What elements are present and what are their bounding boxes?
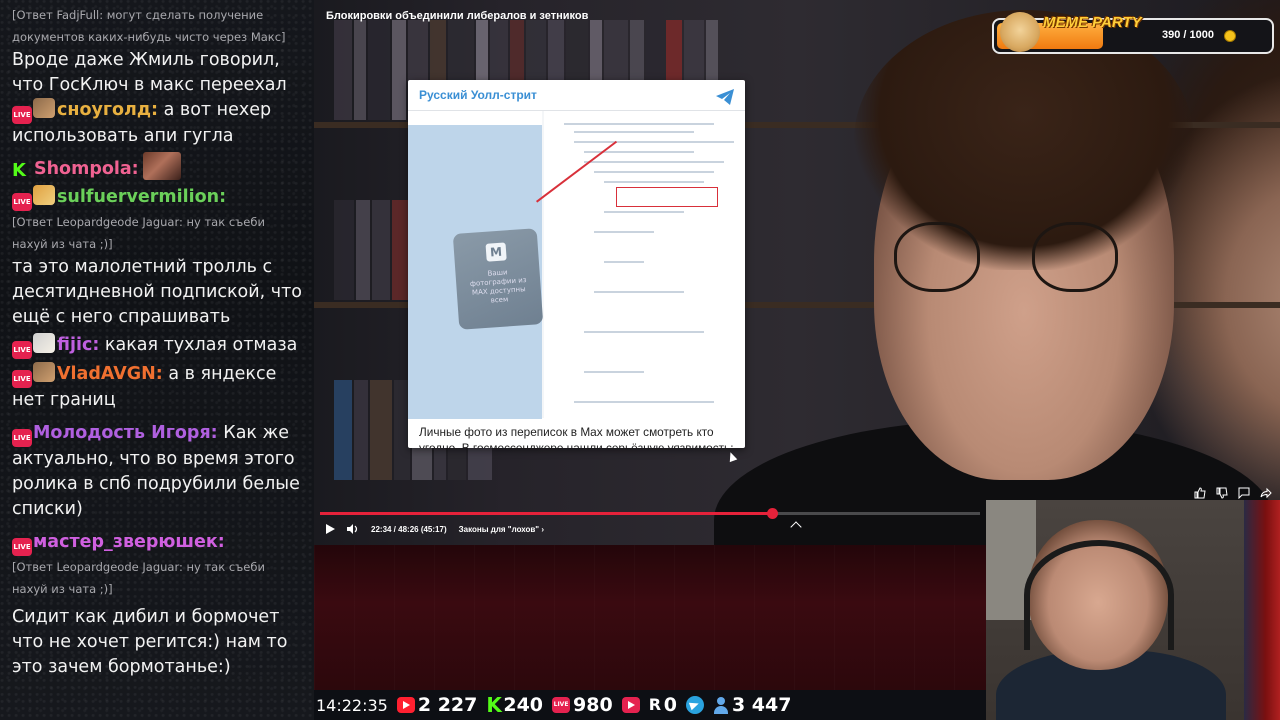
chat-nick[interactable]: fijic:: [57, 335, 99, 355]
avatar: [33, 98, 55, 118]
chat-nick[interactable]: мастер_зверюшек:: [33, 532, 225, 552]
telegram-icon: [685, 696, 704, 714]
live-badge-icon: LIVE: [12, 106, 32, 124]
chat-message-vladavgn: LIVE VladAVGN: а в яндексе нет границ: [12, 362, 304, 413]
youtube-icon: [396, 697, 415, 713]
meme-party-score: 390 / 1000: [1162, 29, 1214, 41]
play-icon[interactable]: [326, 524, 335, 534]
coin-icon: [1224, 30, 1236, 42]
chat-message-snowgold: LIVE сноуголд: а вот нехер использовать а…: [12, 98, 304, 149]
chat-nick[interactable]: сноуголд:: [57, 100, 158, 120]
messenger-chat-pane: M Ваши фотографии из MAX доступны всем: [408, 111, 544, 419]
chat-message-shompola: K Shompola:: [12, 152, 304, 182]
chat-nick[interactable]: Shompola:: [34, 159, 139, 179]
kick-icon: K: [486, 693, 502, 717]
kick-viewers: K 240: [486, 693, 544, 717]
glasses-right: [1032, 222, 1118, 292]
share-icon[interactable]: [1260, 487, 1272, 499]
chat-message-molodost: LIVE Молодость Игоря: Как же актуально, ч…: [12, 421, 304, 522]
chat-message-sulfuer: LIVE sulfuervermilion:: [12, 185, 304, 211]
dislike-icon[interactable]: [1216, 487, 1228, 499]
devtools-pane: [544, 111, 745, 419]
vk-video-viewers: [621, 697, 640, 713]
user-icon: [713, 696, 729, 714]
live-badge-icon: LIVE: [12, 429, 32, 447]
headphones-icon: [1024, 540, 1174, 650]
player-controls: 22:34 / 48:26 (45:17) Законы для "лохов"…: [326, 521, 544, 537]
webcam-feed: [986, 500, 1280, 720]
chat-text: какая тухлая отмаза: [104, 335, 298, 355]
lower-banner: [314, 545, 986, 690]
telegram-icon: [716, 89, 734, 105]
video-title[interactable]: Блокировки объединили либералов и зетник…: [326, 10, 588, 22]
embedded-screenshot: M Ваши фотографии из MAX доступны всем: [408, 110, 745, 419]
clock: 14:22:35: [316, 695, 388, 715]
flag-backdrop: [1244, 500, 1280, 720]
chapter-button[interactable]: Законы для "лохов" ›: [459, 525, 544, 534]
total-viewers: 3 447: [713, 694, 791, 716]
video-player[interactable]: Блокировки объединили либералов и зетник…: [314, 0, 1280, 545]
chat-reply-2: [Ответ Leopardgeode Jaguar: ну так съеби…: [12, 215, 265, 251]
chat-reply-1: [Ответ FadjFull: могут сделать получение…: [12, 8, 286, 44]
phone-image: M Ваши фотографии из MAX доступны всем: [452, 228, 544, 330]
chat-panel: [Ответ FadjFull: могут сделать получение…: [0, 0, 314, 720]
progress-fill: [320, 512, 773, 515]
laughing-emote-icon: [142, 152, 181, 180]
telegram-post-card: Русский Уолл-стрит M Ваши фотографии из …: [408, 80, 745, 448]
channel-name: Русский Уолл-стрит: [419, 88, 537, 102]
vk-video-icon: [621, 697, 640, 713]
stream-stats-bar: 14:22:35 2 227 K 240 LIVE 980 R0 3 447: [314, 690, 986, 720]
max-logo-icon: M: [485, 242, 507, 262]
live-badge-icon: LIVE: [12, 538, 32, 556]
vk-live-viewers: LIVE 980: [552, 694, 613, 716]
meme-party-title: MEME PARTY: [1043, 14, 1142, 31]
post-text: Личные фото из переписок в Max может смо…: [419, 425, 734, 448]
chat-message-2: та это малолетний тролль с десятидневной…: [12, 257, 302, 327]
chat-message-master: LIVE мастер_зверюшек:: [12, 530, 304, 556]
progress-bar[interactable]: [320, 508, 980, 519]
chat-reply-3: [Ответ Leopardgeode Jaguar: ну так съеби…: [12, 560, 265, 596]
chat-nick[interactable]: VladAVGN:: [57, 364, 163, 384]
highlight-box: [616, 187, 718, 207]
live-badge-icon: LIVE: [12, 341, 32, 359]
doge-icon: [1000, 12, 1040, 52]
chat-nick[interactable]: sulfuervermilion:: [57, 187, 226, 207]
time-display: 22:34 / 48:26 (45:17): [371, 524, 447, 534]
vk-live-icon: LIVE: [552, 697, 571, 713]
glasses-left: [894, 222, 980, 292]
rutube-viewers: R0: [648, 694, 677, 716]
youtube-viewers: 2 227: [396, 694, 477, 716]
telegram-viewers: [685, 696, 704, 714]
comment-icon[interactable]: [1238, 487, 1250, 499]
volume-icon[interactable]: [347, 524, 359, 534]
rutube-icon: R: [648, 695, 662, 714]
avatar: [33, 333, 55, 353]
chat-message-3: Сидит как дибил и бормочет что не хочет …: [12, 607, 288, 677]
live-badge-icon: LIVE: [12, 370, 32, 388]
video-actions: [1194, 487, 1272, 499]
chat-message-1: Вроде даже Жмиль говорил, что ГосКлюч в …: [12, 50, 287, 95]
chat-nick[interactable]: Молодость Игоря:: [33, 423, 218, 443]
phone-caption: Ваши фотографии из MAX доступны всем: [469, 268, 527, 305]
like-icon[interactable]: [1194, 487, 1206, 499]
avatar: [33, 362, 55, 382]
live-badge-icon: LIVE: [12, 193, 32, 211]
kick-badge-icon: K: [12, 160, 26, 181]
avatar: [33, 185, 55, 205]
chat-message-fijic: LIVE fijic: какая тухлая отмаза: [12, 333, 304, 359]
